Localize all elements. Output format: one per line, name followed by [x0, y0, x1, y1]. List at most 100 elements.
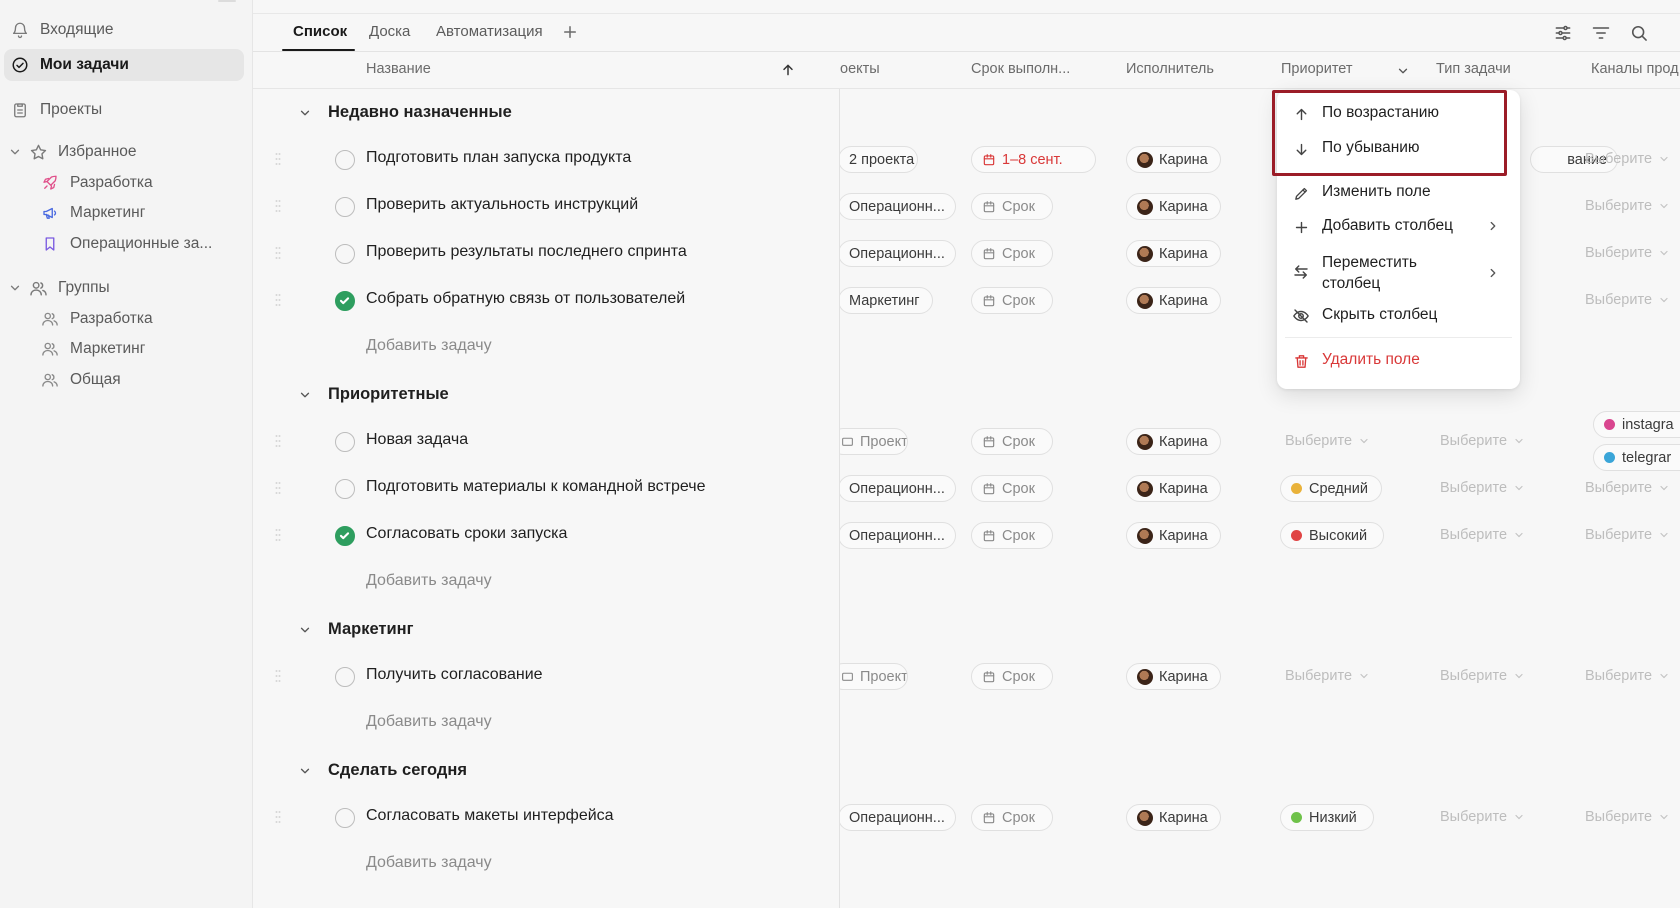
sidebar-item-fav-marketing[interactable]: Маркетинг: [38, 197, 244, 229]
sidebar-item-projects[interactable]: Проекты: [4, 94, 244, 126]
add-column-item[interactable]: Добавить столбец: [1277, 217, 1520, 237]
task-checkbox[interactable]: [335, 150, 355, 170]
tab-board[interactable]: Доска: [369, 23, 410, 40]
sidebar-item-fav-operations[interactable]: Операционные за...: [38, 228, 244, 260]
add-tab-button[interactable]: [561, 23, 579, 41]
channel-select[interactable]: Выберите: [1585, 527, 1670, 543]
column-header-name[interactable]: Название: [366, 61, 431, 77]
column-header-task-type[interactable]: Тип задачи: [1436, 61, 1511, 77]
task-type-select[interactable]: Выберите: [1440, 527, 1525, 543]
chevron-down-icon[interactable]: [298, 764, 312, 778]
due-date-pill[interactable]: Срок: [971, 475, 1053, 502]
assignee-pill[interactable]: Карина: [1126, 804, 1221, 831]
drag-handle-icon[interactable]: [275, 152, 281, 166]
sidebar-item-group-development[interactable]: Разработка: [38, 303, 244, 335]
project-pill[interactable]: Проект: [840, 663, 908, 690]
sidebar-item-fav-development[interactable]: Разработка: [38, 167, 244, 199]
task-type-select[interactable]: Выберите: [1440, 809, 1525, 825]
table-row[interactable]: Проверить актуальность инструкций: [253, 186, 840, 226]
column-header-priority[interactable]: Приоритет: [1281, 61, 1353, 77]
due-date-pill[interactable]: Срок: [971, 287, 1053, 314]
due-date-pill[interactable]: Срок: [971, 193, 1053, 220]
sidebar-section-groups[interactable]: Группы: [22, 272, 244, 304]
priority-select[interactable]: Выберите: [1285, 668, 1370, 684]
chevron-down-icon[interactable]: [298, 388, 312, 402]
column-header-assignee[interactable]: Исполнитель: [1126, 61, 1214, 77]
project-pill[interactable]: Операционн...: [840, 193, 956, 220]
group-title[interactable]: Сделать сегодня: [328, 761, 467, 780]
channel-select[interactable]: Выберите: [1585, 809, 1670, 825]
group-title[interactable]: Маркетинг: [328, 620, 413, 639]
task-name[interactable]: Собрать обратную связь от пользователей: [366, 290, 685, 308]
assignee-pill[interactable]: Карина: [1126, 146, 1221, 173]
table-row[interactable]: Новая задача: [253, 421, 840, 461]
table-row[interactable]: Согласовать сроки запуска: [253, 515, 840, 555]
task-checkbox[interactable]: [335, 432, 355, 452]
column-header-channels[interactable]: Каналы прод: [1591, 61, 1679, 77]
drag-handle-icon[interactable]: [275, 481, 281, 495]
project-pill[interactable]: Операционн...: [840, 475, 956, 502]
chevron-down-icon[interactable]: [298, 623, 312, 637]
task-name[interactable]: Получить согласование: [366, 666, 543, 684]
task-name[interactable]: Подготовить материалы к командной встреч…: [366, 478, 705, 496]
chevron-down-icon[interactable]: [1396, 64, 1410, 78]
hide-column-item[interactable]: Скрыть столбец: [1277, 306, 1520, 326]
table-row[interactable]: Подготовить план запуска продукта: [253, 139, 840, 179]
move-column-item[interactable]: Переместить столбец: [1277, 252, 1520, 294]
delete-field-item[interactable]: Удалить поле: [1277, 351, 1520, 371]
due-date-pill[interactable]: Срок: [971, 428, 1053, 455]
channel-tag-telegram[interactable]: telegrar: [1593, 444, 1680, 471]
task-name[interactable]: Проверить актуальность инструкций: [366, 196, 638, 214]
edit-field-item[interactable]: Изменить поле: [1277, 183, 1520, 203]
table-row[interactable]: Согласовать макеты интерфейса: [253, 797, 840, 837]
task-name[interactable]: Подготовить план запуска продукта: [366, 149, 631, 167]
assignee-pill[interactable]: Карина: [1126, 193, 1221, 220]
task-checkbox-checked[interactable]: [335, 526, 355, 546]
add-task-button[interactable]: Добавить задачу: [366, 337, 492, 355]
filter-button[interactable]: [1591, 23, 1611, 43]
channel-select[interactable]: Выберите: [1585, 668, 1670, 684]
priority-pill[interactable]: Низкий: [1280, 804, 1374, 831]
channel-select[interactable]: Выберите: [1585, 245, 1670, 261]
drag-handle-icon[interactable]: [275, 810, 281, 824]
column-header-projects[interactable]: оекты: [840, 61, 930, 77]
drag-handle-icon[interactable]: [275, 669, 281, 683]
task-checkbox[interactable]: [335, 244, 355, 264]
due-date-pill[interactable]: Срок: [971, 240, 1053, 267]
due-date-pill[interactable]: 1–8 сент.: [971, 146, 1096, 173]
drag-handle-icon[interactable]: [275, 293, 281, 307]
assignee-pill[interactable]: Карина: [1126, 475, 1221, 502]
sidebar-section-favorites[interactable]: Избранное: [22, 136, 244, 168]
column-header-due[interactable]: Срок выполн...: [971, 61, 1070, 77]
channel-select[interactable]: Выберите: [1585, 151, 1670, 167]
project-pill[interactable]: Операционн...: [840, 804, 956, 831]
task-checkbox[interactable]: [335, 667, 355, 687]
sidebar-item-inbox[interactable]: Входящие: [4, 14, 244, 46]
sidebar-item-group-marketing[interactable]: Маркетинг: [38, 333, 244, 365]
project-pill[interactable]: Операционн...: [840, 240, 956, 267]
task-checkbox[interactable]: [335, 197, 355, 217]
task-name[interactable]: Согласовать сроки запуска: [366, 525, 567, 543]
task-name[interactable]: Новая задача: [366, 431, 468, 449]
assignee-pill[interactable]: Карина: [1126, 287, 1221, 314]
task-name[interactable]: Проверить результаты последнего спринта: [366, 243, 687, 261]
due-date-pill[interactable]: Срок: [971, 804, 1053, 831]
add-task-button[interactable]: Добавить задачу: [366, 713, 492, 731]
channel-select[interactable]: Выберите: [1585, 292, 1670, 308]
assignee-pill[interactable]: Карина: [1126, 428, 1221, 455]
sidebar-item-group-general[interactable]: Общая: [38, 364, 244, 396]
sidebar-item-my-tasks[interactable]: Мои задачи: [4, 49, 244, 81]
project-pill[interactable]: Проект: [840, 428, 908, 455]
table-row[interactable]: Собрать обратную связь от пользователей: [253, 280, 840, 320]
task-type-select[interactable]: Выберите: [1440, 668, 1525, 684]
search-button[interactable]: [1629, 23, 1649, 43]
project-pill[interactable]: 2 проекта: [840, 146, 918, 173]
add-task-button[interactable]: Добавить задачу: [366, 572, 492, 590]
sidebar-resize-handle[interactable]: [218, 0, 236, 2]
table-row[interactable]: Подготовить материалы к командной встреч…: [253, 468, 840, 508]
chevron-down-icon[interactable]: [8, 145, 22, 159]
sort-arrow-up-icon[interactable]: [780, 62, 796, 78]
drag-handle-icon[interactable]: [275, 434, 281, 448]
add-task-button[interactable]: Добавить задачу: [366, 854, 492, 872]
project-pill[interactable]: Маркетинг: [840, 287, 933, 314]
